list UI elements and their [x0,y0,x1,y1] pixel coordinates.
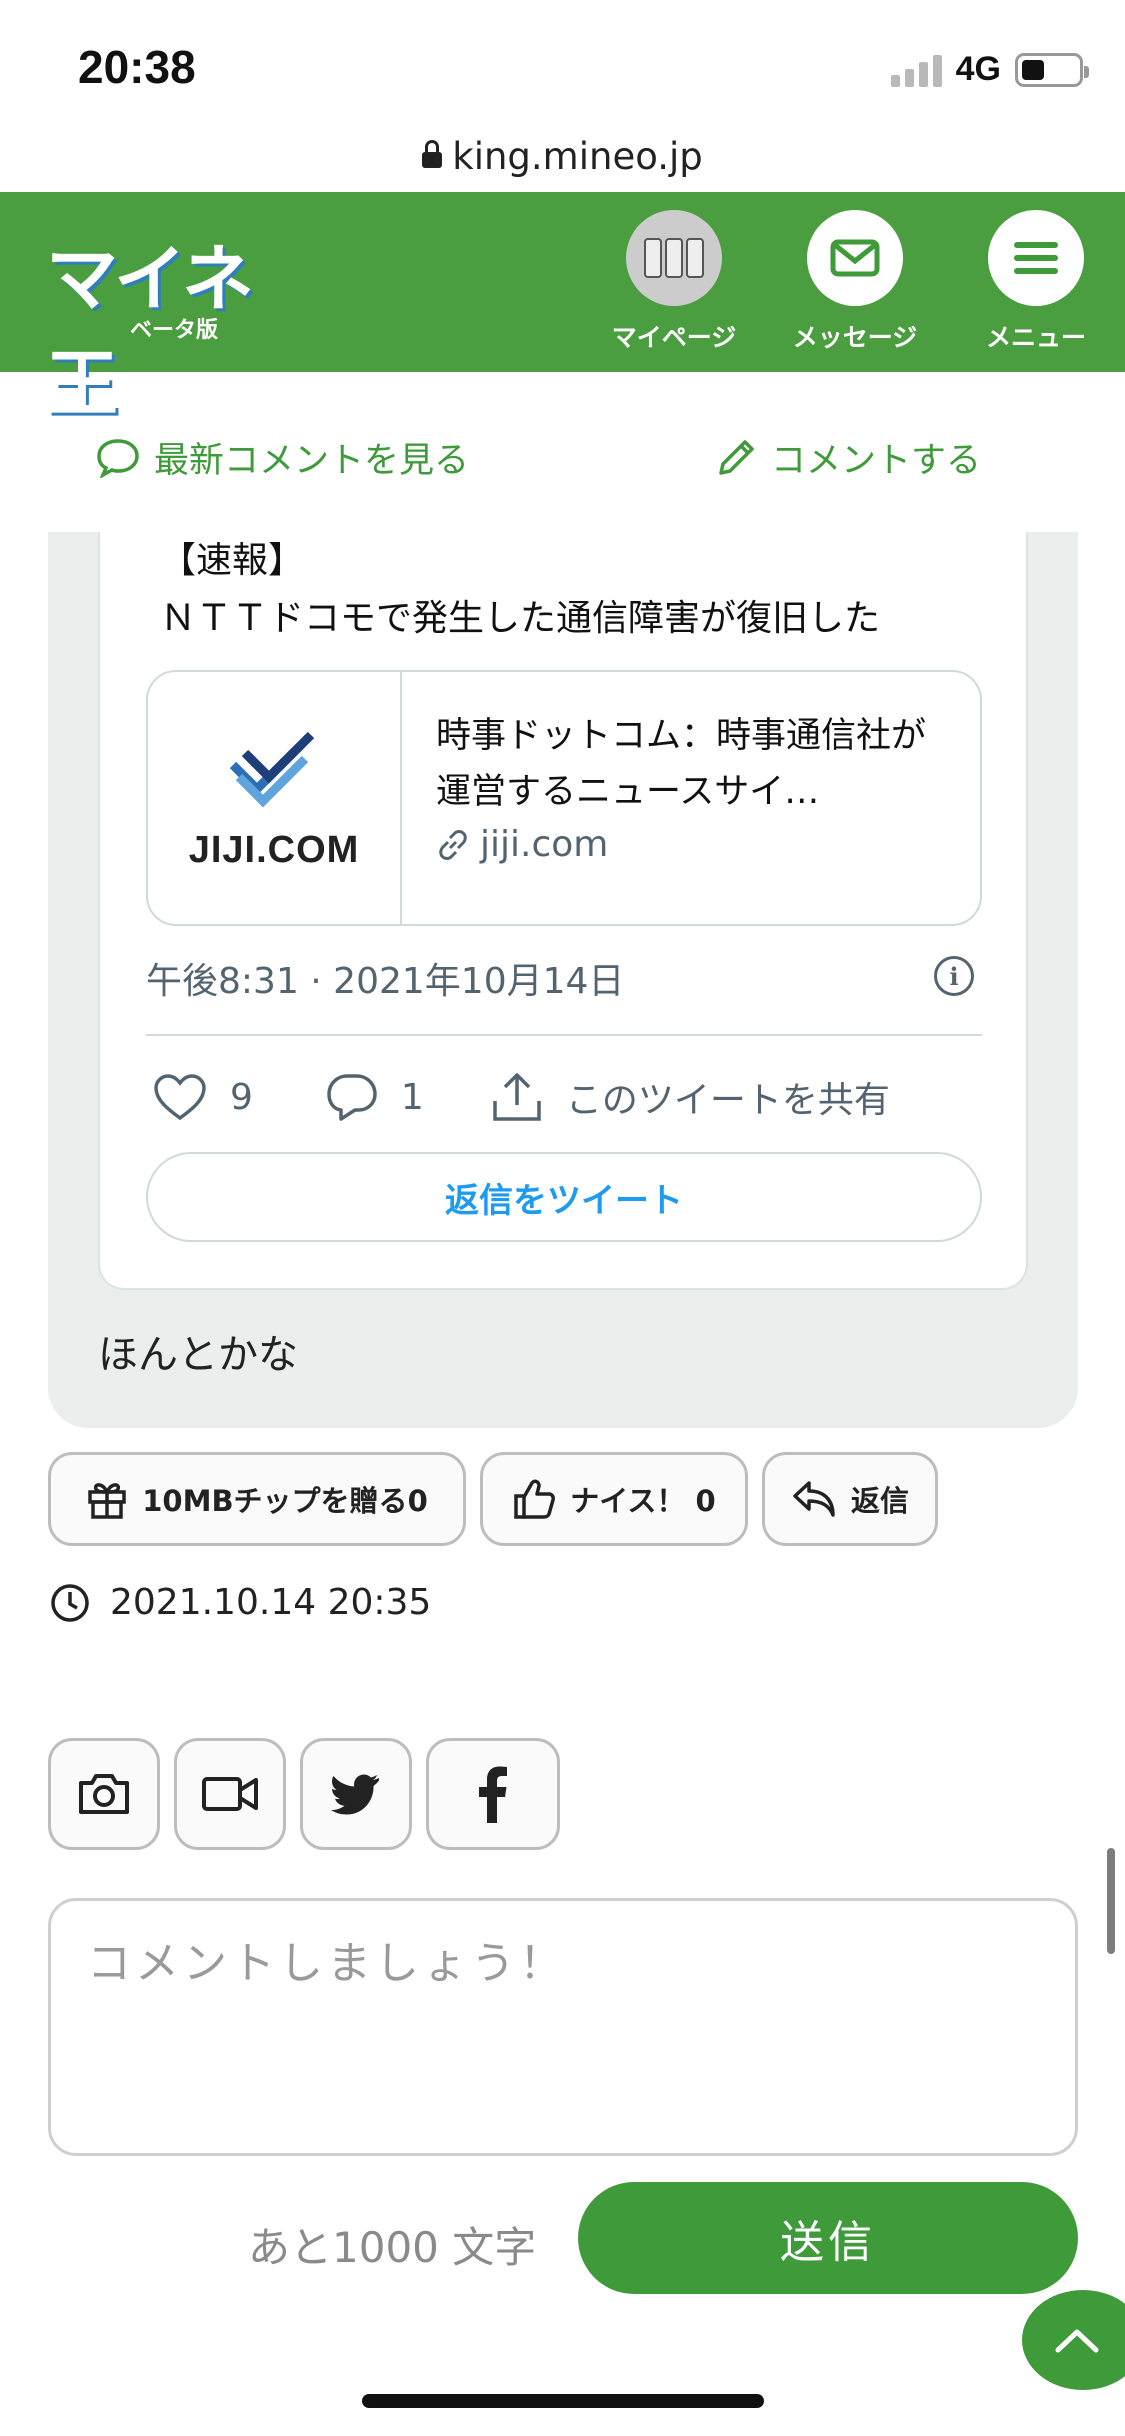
scroll-to-top-button[interactable] [1018,2286,1125,2394]
camera-icon [79,1774,129,1814]
share-action[interactable]: このツイートを共有 [490,1071,890,1123]
tweet-text-line: 【速報】 [160,540,305,581]
speech-bubble-icon [97,438,139,478]
link-title: 時事ドットコム：時事通信社が運営するニュースサイ… [436,716,927,812]
post-comment-label: コメントする [770,441,981,481]
site-logo[interactable]: マイネ王 ベータ版 [46,220,306,426]
comment-input[interactable] [48,1898,1078,2156]
nav-mypage[interactable]: マイページ [609,210,739,354]
comment-actions: 10MBチップを贈る0 ナイス！ 0 返信 [48,1452,938,1546]
gift-chip-button[interactable]: 10MBチップを贈る0 [48,1452,466,1546]
divider [146,1034,982,1036]
twitter-icon [331,1774,379,1815]
nav-menu[interactable]: メニュー [971,210,1101,354]
site-header: マイネ王 ベータ版 マイページ メッセージ メニュー [0,192,1125,426]
remaining-characters: あと1000 文字 [248,2223,537,2272]
link-domain-text: jiji.com [480,824,609,865]
link-thumbnail-text: JIJI.COM [188,828,360,871]
lock-icon [422,140,443,168]
embedded-tweet: 【速報】 ＮＴＴドコモで発生した通信障害が復旧した JIJI.COM 時事ドット… [98,532,1028,1290]
like-action[interactable]: 9 [152,1072,253,1122]
network-type: 4G [955,50,1001,88]
tweet-link-card[interactable]: JIJI.COM 時事ドットコム：時事通信社が運営するニュースサイ… jiji.… [146,670,982,926]
send-button[interactable]: 送信 [578,2182,1078,2294]
signal-icon [890,53,942,87]
status-indicators: 4G [890,50,1089,89]
comment-timestamp: 2021.10.14 20:35 [50,1582,431,1623]
status-time: 20:38 [78,41,196,93]
like-count: 9 [230,1076,253,1118]
link-icon [439,829,467,860]
reply-count: 1 [400,1076,424,1118]
link-domain: jiji.com [436,824,950,865]
nice-button[interactable]: ナイス！ 0 [480,1452,748,1546]
pencil-icon [719,439,754,475]
media-buttons [48,1738,560,1850]
reply-label: 返信 [850,1484,909,1518]
thumbs-up-icon [514,1479,556,1519]
avatar [626,210,722,306]
reply-button[interactable]: 返信 [762,1452,938,1546]
clock-icon [51,1583,89,1622]
timestamp-text: 2021.10.14 20:35 [110,1582,432,1623]
comment-text: ほんとかな [98,1332,298,1378]
video-icon [202,1777,258,1811]
camera-button[interactable] [48,1738,160,1850]
nav-messages-label: メッセージ [792,323,918,352]
nav-menu-label: メニュー [985,323,1086,352]
chevron-up-icon [1055,2329,1099,2353]
comment-card: 【速報】 ＮＴＴドコモで発生した通信障害が復旧した JIJI.COM 時事ドット… [48,532,1078,1428]
twitter-button[interactable] [300,1738,412,1850]
nav-messages[interactable]: メッセージ [790,210,920,354]
share-label: このツイートを共有 [565,1080,890,1121]
heart-icon [154,1074,206,1121]
info-icon[interactable]: i [934,956,974,996]
menu-icon [988,210,1084,306]
link-body: 時事ドットコム：時事通信社が運営するニュースサイ… jiji.com [402,672,980,924]
post-comment-link[interactable]: コメントする [715,432,981,483]
video-button[interactable] [174,1738,286,1850]
facebook-icon [479,1766,507,1823]
url-bar[interactable]: king.mineo.jp [0,120,1125,192]
logo-subtitle: ベータ版 [130,318,219,343]
home-indicator[interactable] [362,2394,764,2408]
jiji-logo-mark [229,731,315,807]
nav-mypage-label: マイページ [611,323,737,352]
reply-tweet-button[interactable]: 返信をツイート [146,1152,982,1242]
tweet-actions: 9 1 このツイートを共有 [146,1062,982,1132]
latest-comments-label: 最新コメントを見る [154,441,470,481]
battery-icon [1015,52,1089,87]
reply-arrow-icon [793,1481,835,1517]
latest-comments-link[interactable]: 最新コメントを見る [96,432,469,483]
link-thumbnail: JIJI.COM [148,672,402,924]
facebook-button[interactable] [426,1738,560,1850]
comment-links: 最新コメントを見る コメントする [0,412,1125,502]
reply-action[interactable]: 1 [325,1072,424,1122]
gift-chip-label: 10MBチップを贈る0 [142,1484,428,1518]
nice-label: ナイス！ 0 [570,1484,716,1518]
url-text: king.mineo.jp [452,134,703,178]
reply-bubble-icon [327,1074,377,1121]
envelope-icon [807,210,903,306]
tweet-text-line: ＮＴＴドコモで発生した通信障害が復旧した [160,598,881,639]
tweet-text: 【速報】 ＮＴＴドコモで発生した通信障害が復旧した [160,532,1010,648]
tweet-date[interactable]: 午後8:31 · 2021年10月14日 [146,952,624,1004]
scrollbar[interactable] [1107,1848,1115,1954]
gift-icon [88,1483,126,1519]
share-icon [493,1073,541,1121]
status-bar: 20:38 4G [0,0,1125,135]
